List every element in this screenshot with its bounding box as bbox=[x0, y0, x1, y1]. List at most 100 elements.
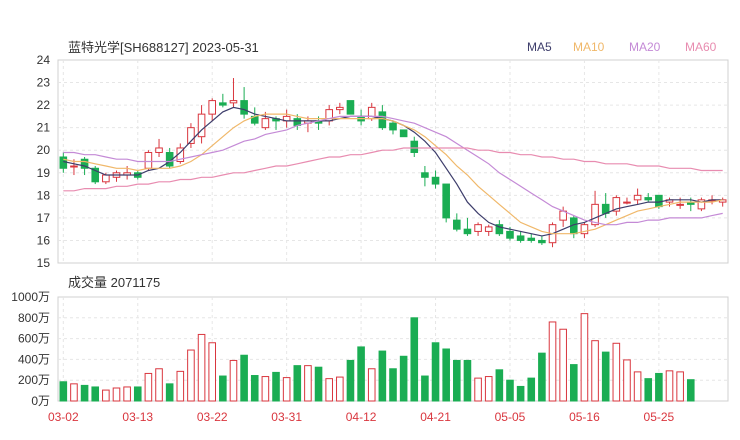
volume-bar bbox=[506, 379, 514, 402]
volume-bar bbox=[187, 349, 195, 402]
volume-bar bbox=[516, 385, 525, 402]
volume-bar bbox=[70, 383, 78, 402]
volume-bar bbox=[686, 379, 695, 402]
volume-bar bbox=[633, 371, 642, 402]
candle-body bbox=[240, 100, 248, 115]
volume-bar bbox=[559, 328, 567, 402]
candle-body bbox=[70, 165, 78, 168]
volume-bar bbox=[155, 368, 163, 402]
volume-tick-label: 600万 bbox=[18, 332, 50, 346]
candle bbox=[516, 231, 525, 243]
x-tick-label: 03-22 bbox=[197, 410, 228, 424]
volume-bar bbox=[676, 371, 684, 402]
volume-bar bbox=[601, 351, 610, 402]
price-tick-label: 17 bbox=[37, 211, 51, 225]
volume-bar bbox=[474, 377, 482, 402]
volume-bar bbox=[325, 378, 333, 402]
volume-bar bbox=[208, 342, 217, 402]
candle bbox=[410, 136, 419, 157]
candle bbox=[197, 105, 206, 144]
ma-line-ma60 bbox=[63, 147, 723, 192]
candle-body bbox=[516, 235, 525, 241]
price-tick-label: 22 bbox=[37, 98, 51, 112]
volume-bar bbox=[463, 359, 472, 402]
candle bbox=[59, 152, 68, 173]
candle bbox=[357, 109, 365, 126]
candle bbox=[612, 195, 621, 216]
volume-bar bbox=[421, 375, 429, 402]
candle bbox=[580, 222, 589, 239]
candle-body bbox=[410, 140, 419, 153]
candle bbox=[325, 105, 333, 126]
x-tick-label: 03-31 bbox=[271, 410, 302, 424]
candle bbox=[389, 120, 397, 135]
volume-bar bbox=[623, 359, 631, 402]
candle-body bbox=[378, 111, 387, 129]
candle bbox=[718, 197, 727, 207]
legend-item: MA5 bbox=[527, 40, 552, 54]
volume-tick-label: 800万 bbox=[18, 311, 50, 325]
candle bbox=[697, 197, 706, 212]
volume-bar bbox=[102, 389, 110, 402]
candle bbox=[453, 213, 461, 232]
x-tick-label: 05-25 bbox=[644, 410, 675, 424]
candle-body bbox=[474, 224, 482, 232]
volume-bar bbox=[410, 317, 419, 402]
volume-tick-label: 400万 bbox=[18, 352, 50, 366]
volume-bar bbox=[591, 340, 599, 402]
candle-body bbox=[399, 129, 408, 138]
volume-bar bbox=[304, 365, 312, 402]
volume-bar bbox=[250, 375, 259, 402]
candle bbox=[176, 143, 185, 164]
chart-title: 蓝特光学[SH688127] 2023-05-31 bbox=[68, 40, 259, 55]
volume-bar bbox=[378, 350, 387, 402]
volume-tick-label: 1000万 bbox=[11, 290, 50, 304]
candle-body bbox=[676, 203, 684, 206]
x-tick-label: 05-16 bbox=[569, 410, 600, 424]
candle-body bbox=[346, 100, 355, 115]
volume-bar bbox=[580, 313, 589, 402]
candle bbox=[474, 222, 482, 236]
volume-bar bbox=[176, 370, 185, 402]
legend-item: MA20 bbox=[629, 40, 661, 54]
candle-body bbox=[389, 122, 397, 131]
volume-bar bbox=[112, 387, 121, 402]
candle bbox=[240, 87, 248, 119]
candle-body bbox=[102, 174, 110, 183]
volume-bar bbox=[665, 370, 674, 402]
volume-bar bbox=[336, 376, 344, 402]
candle bbox=[421, 166, 429, 187]
volume-bar bbox=[538, 352, 546, 402]
candle bbox=[484, 224, 493, 236]
volume-bar bbox=[346, 359, 355, 402]
candle bbox=[336, 102, 344, 115]
volume-bar bbox=[644, 378, 653, 402]
candle bbox=[633, 188, 642, 205]
candle-body bbox=[229, 100, 238, 104]
volume-bar bbox=[240, 354, 248, 402]
volume-bar bbox=[197, 333, 206, 402]
price-tick-label: 21 bbox=[37, 121, 51, 135]
price-panel: 15 16 17 18 19 20 21 22 23 24 bbox=[37, 53, 729, 270]
candle bbox=[155, 138, 163, 157]
candle-body bbox=[197, 113, 206, 138]
candle-body bbox=[261, 118, 270, 129]
candle bbox=[144, 150, 153, 171]
x-tick-label: 05-05 bbox=[495, 410, 526, 424]
candle-body bbox=[219, 102, 227, 106]
candle bbox=[229, 78, 238, 108]
volume-bar bbox=[357, 346, 365, 402]
candle-body bbox=[155, 147, 163, 153]
candle-body bbox=[484, 226, 493, 232]
volume-bar bbox=[219, 375, 227, 402]
candle-body bbox=[144, 151, 153, 169]
x-axis: 03-02 03-13 03-22 03-31 04-12 04-21 05-05 05-16… bbox=[48, 410, 675, 424]
candle bbox=[527, 233, 536, 243]
legend: MA5 MA10 MA20 MA60 bbox=[527, 40, 717, 54]
volume-tick-label: 200万 bbox=[18, 373, 50, 387]
volume-bar bbox=[272, 371, 280, 402]
candle bbox=[208, 98, 217, 121]
volume-title: 成交量 2071175 bbox=[68, 275, 160, 290]
volume-bar bbox=[612, 342, 621, 402]
candle bbox=[219, 93, 227, 108]
